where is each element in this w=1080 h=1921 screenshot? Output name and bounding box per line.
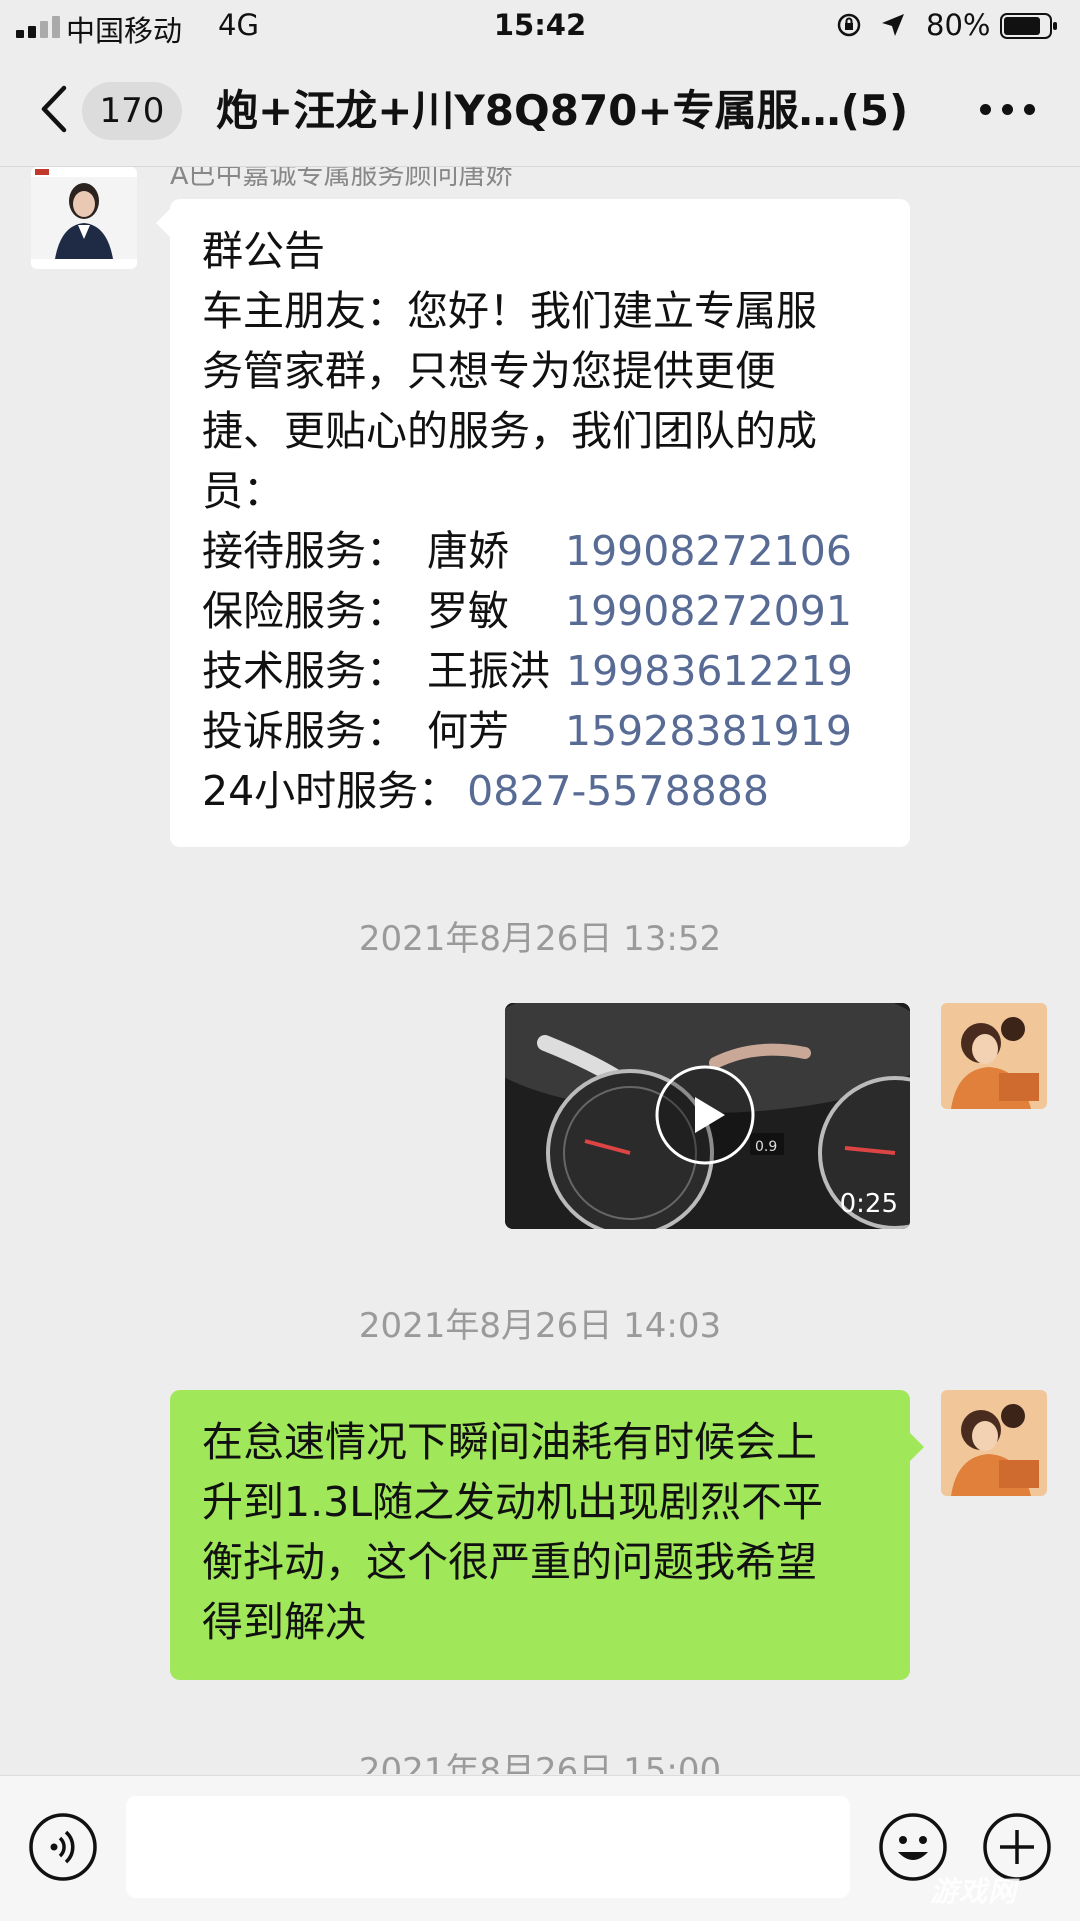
contact-role: 技术服务： [202, 647, 407, 695]
announcement-line: 务管家群，只想专为您提供更便 [202, 347, 776, 395]
contact-role: 保险服务： [202, 587, 407, 635]
contact-role: 投诉服务： [202, 707, 407, 755]
text-message-bubble[interactable]: 在怠速情况下瞬间油耗有时候会上 升到1.3L随之发动机出现剧烈不平 衡抖动，这个… [170, 1390, 910, 1680]
play-icon[interactable] [655, 1065, 755, 1165]
announcement-line: 捷、更贴心的服务，我们团队的成 [202, 407, 817, 455]
chat-title: 炮+汪龙+川Y8Q870+专属服…(5) [216, 86, 909, 135]
contact-row: 接待服务： 唐娇 19908272106 [202, 521, 878, 581]
contact-phone-link[interactable]: 15928381919 [565, 707, 852, 755]
contact-row: 技术服务： 王振洪 19983612219 [202, 641, 878, 701]
input-bar [0, 1775, 1080, 1921]
more-icon[interactable] [980, 104, 1036, 120]
contact-phone-link[interactable]: 19908272091 [565, 587, 852, 635]
contact-name: 唐娇 [427, 527, 509, 575]
announcement-line: 员： [202, 467, 284, 515]
video-duration: 0:25 [839, 1189, 898, 1219]
chat-header: 170 炮+汪龙+川Y8Q870+专属服…(5) [0, 54, 1080, 167]
contact-name: 罗敏 [427, 587, 509, 635]
sender-avatar[interactable] [31, 167, 137, 269]
contact-name: 王振洪 [427, 647, 550, 695]
contact-phone-link[interactable]: 19983612219 [566, 647, 853, 695]
timestamp: 2021年8月26日 14:03 [358, 1306, 722, 1346]
message-line: 在怠速情况下瞬间油耗有时候会上 [202, 1418, 817, 1466]
battery-percent: 80% [926, 8, 991, 42]
location-icon [882, 14, 904, 36]
contact-name: 何芳 [427, 707, 509, 755]
clock: 15:42 [493, 8, 587, 42]
contact-role: 接待服务： [202, 527, 407, 575]
contact-row: 保险服务： 罗敏 19908272091 [202, 581, 878, 641]
message-line: 升到1.3L随之发动机出现剧烈不平 [202, 1478, 824, 1526]
contact-row: 投诉服务： 何芳 15928381919 [202, 701, 878, 761]
back-icon[interactable] [36, 84, 72, 134]
unread-count-badge[interactable]: 170 [82, 82, 182, 140]
announcement-bubble[interactable]: 群公告 车主朋友：您好！我们建立专属服 务管家群，只想专为您提供更便 捷、更贴心… [170, 199, 910, 847]
sender-name: A巴中嘉诚专属服务顾问唐娇 [170, 167, 513, 191]
timestamp: 2021年8月26日 15:00 [358, 1751, 722, 1774]
announcement-line: 车主朋友：您好！我们建立专属服 [202, 287, 817, 335]
my-avatar[interactable] [941, 1390, 1047, 1496]
timestamp: 2021年8月26日 13:52 [358, 919, 722, 959]
voice-icon[interactable] [28, 1812, 98, 1882]
hotline-phone-link[interactable]: 0827-5578888 [467, 767, 769, 815]
message-line: 衡抖动，这个很严重的问题我希望 [202, 1538, 817, 1586]
announcement-message: A巴中嘉诚专属服务顾问唐娇 群公告 车主朋友：您好！我们建立专属服 务管家群，只… [0, 167, 1080, 867]
message-list[interactable]: A巴中嘉诚专属服务顾问唐娇 群公告 车主朋友：您好！我们建立专属服 务管家群，只… [0, 167, 1080, 1774]
message-line: 得到解决 [202, 1598, 366, 1646]
watermark: 游戏网 [930, 1875, 1018, 1908]
hotline-row: 24小时服务： 0827-5578888 [202, 761, 878, 821]
announcement-line: 群公告 [202, 227, 325, 275]
battery-icon [1000, 13, 1057, 39]
hotline-label: 24小时服务： [202, 767, 460, 815]
my-avatar[interactable] [941, 1003, 1047, 1109]
svg-text:0.9: 0.9 [755, 1139, 777, 1155]
video-message[interactable]: 0.9 0:25 [505, 1003, 910, 1229]
rotation-lock-icon [837, 13, 861, 37]
contact-phone-link[interactable]: 19908272106 [565, 527, 852, 575]
status-bar: 中国移动 4G 15:42 80% [0, 0, 1080, 54]
message-input[interactable] [126, 1796, 850, 1898]
